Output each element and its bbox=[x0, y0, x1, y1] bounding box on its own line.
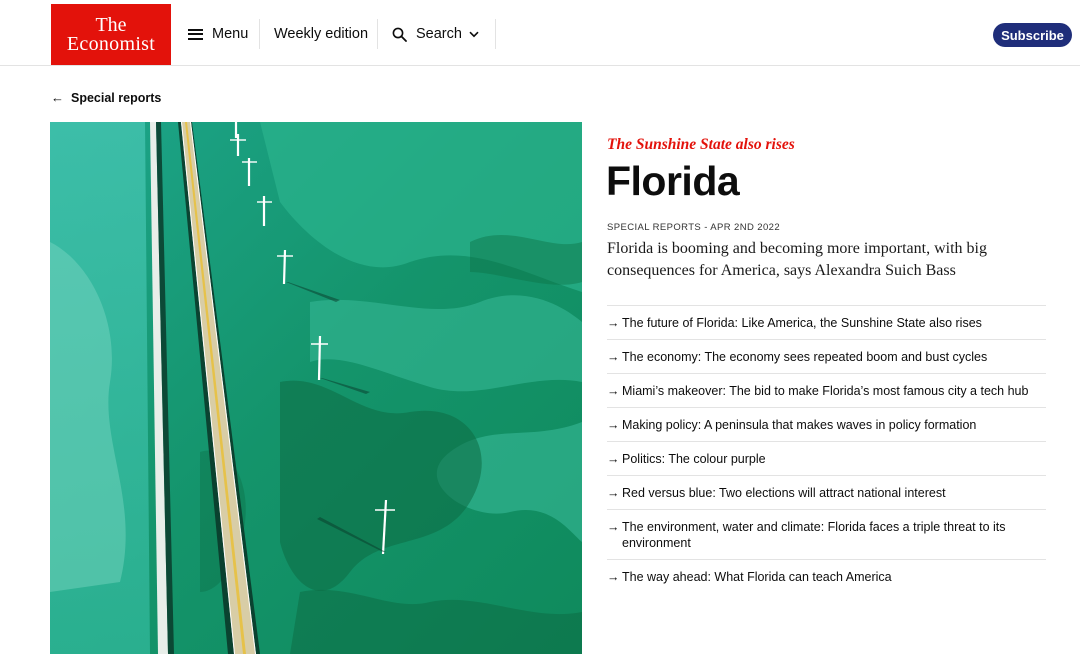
arrow-right-icon: → bbox=[607, 350, 620, 364]
chapter-label: The environment, water and climate: Flor… bbox=[622, 520, 1006, 550]
chapter-link[interactable]: → Miami’s makeover: The bid to make Flor… bbox=[607, 373, 1046, 407]
chapter-link[interactable]: → Politics: The colour purple bbox=[607, 441, 1046, 475]
article-meta: SPECIAL REPORTS - APR 2ND 2022 bbox=[607, 222, 781, 233]
subscribe-button[interactable]: Subscribe bbox=[993, 23, 1072, 47]
chapter-label: Red versus blue: Two elections will attr… bbox=[622, 486, 946, 500]
chapter-label: Politics: The colour purple bbox=[622, 452, 766, 466]
chapter-label: The economy: The economy sees repeated b… bbox=[622, 350, 988, 364]
chapter-list: → The future of Florida: Like America, t… bbox=[607, 305, 1046, 593]
fly-title: The Sunshine State also rises bbox=[607, 136, 795, 153]
arrow-right-icon: → bbox=[607, 384, 620, 398]
arrow-left-icon: ← bbox=[51, 90, 64, 105]
arrow-right-icon: → bbox=[607, 570, 620, 584]
menu-label: Menu bbox=[212, 26, 249, 42]
chevron-down-icon bbox=[469, 31, 479, 38]
weekly-edition-link[interactable]: Weekly edition bbox=[259, 19, 368, 49]
chapter-label: Miami’s makeover: The bid to make Florid… bbox=[622, 384, 1029, 398]
chapter-link[interactable]: → The future of Florida: Like America, t… bbox=[607, 305, 1046, 339]
back-link-label: Special reports bbox=[71, 90, 162, 105]
back-to-special-reports-link[interactable]: ← Special reports bbox=[51, 90, 161, 105]
chapter-link[interactable]: → Making policy: A peninsula that makes … bbox=[607, 407, 1046, 441]
chapter-label: Making policy: A peninsula that makes wa… bbox=[622, 418, 977, 432]
site-header: The Economist Menu Weekly edition Search… bbox=[0, 0, 1080, 66]
logo-line-2: Economist bbox=[66, 32, 156, 55]
search-icon bbox=[392, 27, 407, 42]
arrow-right-icon: → bbox=[607, 418, 620, 432]
chapter-link[interactable]: → The environment, water and climate: Fl… bbox=[607, 509, 1046, 559]
hamburger-icon bbox=[188, 28, 203, 40]
arrow-right-icon: → bbox=[607, 486, 620, 500]
chapter-label: The future of Florida: Like America, the… bbox=[622, 316, 982, 330]
arrow-right-icon: → bbox=[607, 316, 620, 330]
chapter-link[interactable]: → The way ahead: What Florida can teach … bbox=[607, 559, 1046, 593]
hero-image bbox=[50, 122, 582, 654]
article-description: Florida is booming and becoming more imp… bbox=[607, 240, 987, 279]
page-title: Florida bbox=[606, 158, 740, 204]
menu-button[interactable]: Menu bbox=[188, 19, 248, 49]
chapter-link[interactable]: → Red versus blue: Two elections will at… bbox=[607, 475, 1046, 509]
logo-line-1: The bbox=[95, 13, 127, 36]
arrow-right-icon: → bbox=[607, 452, 620, 466]
arrow-right-icon: → bbox=[607, 520, 620, 534]
economist-logo[interactable]: The Economist bbox=[51, 4, 171, 65]
chapter-link[interactable]: → The economy: The economy sees repeated… bbox=[607, 339, 1046, 373]
search-label: Search bbox=[416, 26, 462, 42]
search-button[interactable]: Search bbox=[377, 19, 496, 49]
weekly-edition-label: Weekly edition bbox=[274, 26, 369, 42]
chapter-label: The way ahead: What Florida can teach Am… bbox=[622, 570, 892, 584]
